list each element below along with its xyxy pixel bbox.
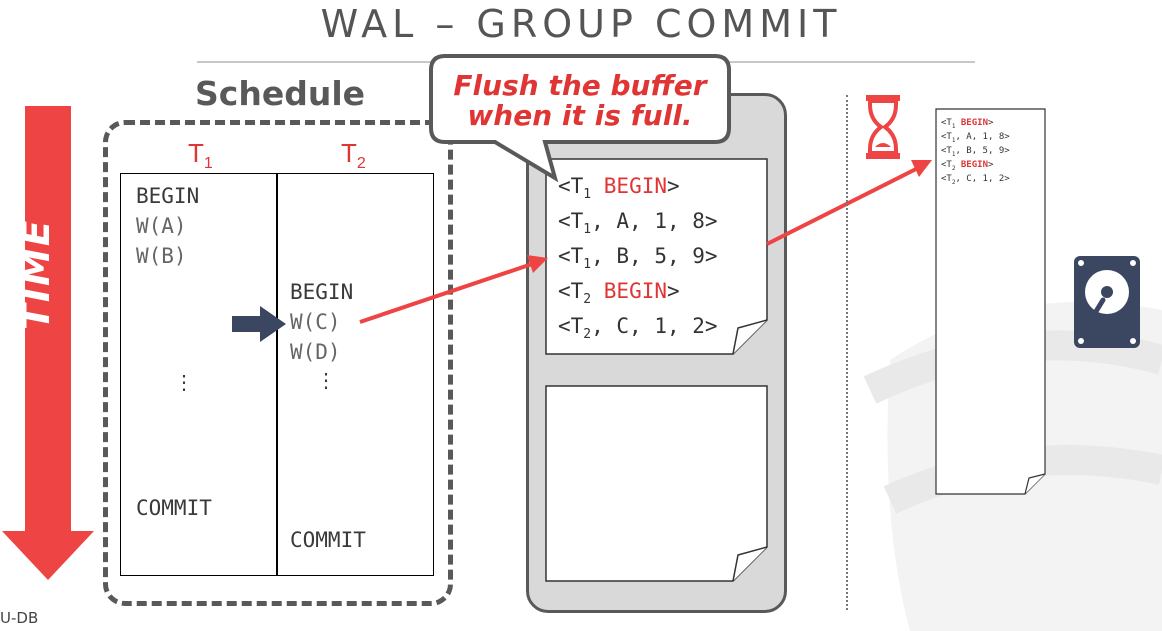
hard-disk-icon — [1074, 256, 1140, 348]
disk-log-line-3: <T1, B, 5, 9> — [941, 146, 1010, 158]
disk-log-line-4: <T2 BEGIN> — [941, 160, 994, 172]
hourglass-icon — [866, 95, 900, 159]
disk-log-line-1: <T1 BEGIN> — [941, 118, 994, 130]
memory-disk-separator — [846, 95, 848, 610]
disk-log-line-2: <T1, A, 1, 8> — [941, 132, 1010, 144]
arrow-to-disk — [766, 166, 919, 246]
disk-log-line-5: <T2, C, 1, 2> — [941, 174, 1010, 186]
arrow-to-buffer — [359, 262, 533, 324]
arrow-to-buffer-head — [527, 255, 548, 273]
footer-logo-text: U-DB — [0, 609, 39, 627]
